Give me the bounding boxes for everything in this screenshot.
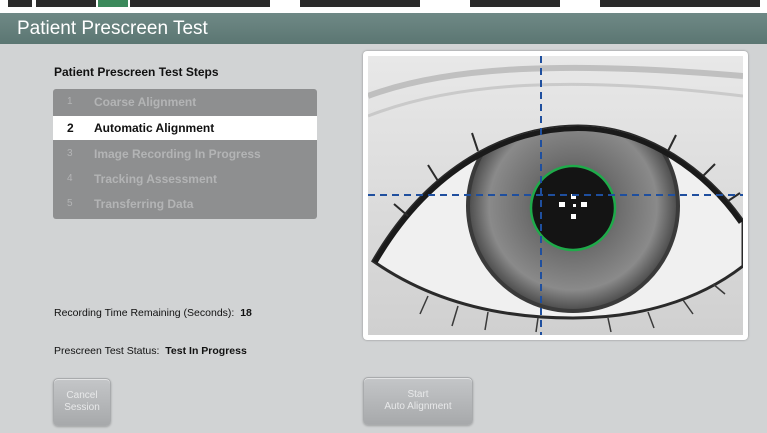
step-item-coarse-alignment: 1 Coarse Alignment bbox=[53, 90, 317, 114]
step-label: Coarse Alignment bbox=[94, 95, 197, 109]
step-label: Automatic Alignment bbox=[94, 121, 215, 135]
step-item-image-recording: 3 Image Recording In Progress bbox=[53, 142, 317, 166]
step-item-transferring-data: 5 Transferring Data bbox=[53, 192, 317, 216]
step-label: Transferring Data bbox=[94, 197, 194, 211]
top-strip bbox=[0, 0, 767, 14]
step-label: Image Recording In Progress bbox=[94, 147, 261, 161]
page-title: Patient Prescreen Test bbox=[17, 18, 208, 39]
step-item-tracking-assessment: 4 Tracking Assessment bbox=[53, 167, 317, 191]
test-status-row: Prescreen Test Status: Test In Progress bbox=[54, 345, 247, 357]
step-number: 1 bbox=[67, 96, 73, 107]
cancel-session-line1: Cancel bbox=[66, 390, 98, 401]
cancel-session-line2: Session bbox=[64, 402, 100, 413]
recording-time-row: Recording Time Remaining (Seconds): 18 bbox=[54, 307, 252, 319]
eye-camera-view bbox=[363, 51, 748, 340]
test-status-value: Test In Progress bbox=[165, 345, 247, 357]
start-auto-alignment-button[interactable]: Start Auto Alignment bbox=[363, 377, 473, 425]
recording-time-label: Recording Time Remaining (Seconds): bbox=[54, 307, 235, 319]
step-label: Tracking Assessment bbox=[94, 172, 217, 186]
step-item-automatic-alignment: 2 Automatic Alignment bbox=[53, 116, 317, 140]
step-number: 5 bbox=[67, 198, 73, 209]
eye-camera-feed bbox=[368, 56, 743, 335]
step-number: 3 bbox=[67, 148, 73, 159]
pupil-ring bbox=[529, 164, 617, 252]
step-number: 4 bbox=[67, 173, 73, 184]
recording-time-value: 18 bbox=[240, 307, 252, 319]
cancel-session-button[interactable]: Cancel Session bbox=[53, 378, 111, 426]
steps-title: Patient Prescreen Test Steps bbox=[54, 65, 219, 79]
start-auto-alignment-line2: Auto Alignment bbox=[384, 401, 452, 412]
start-auto-alignment-line1: Start bbox=[407, 389, 429, 400]
steps-panel: 1 Coarse Alignment 2 Automatic Alignment… bbox=[53, 89, 317, 219]
test-status-label: Prescreen Test Status: bbox=[54, 345, 160, 357]
step-number: 2 bbox=[67, 121, 74, 135]
page-title-bar: Patient Prescreen Test bbox=[0, 13, 767, 44]
